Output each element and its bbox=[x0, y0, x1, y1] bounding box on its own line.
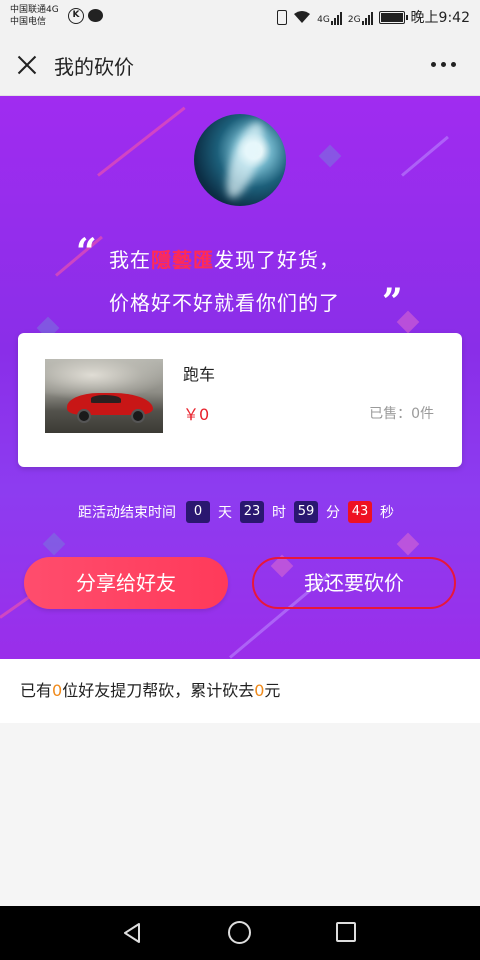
slogan-highlight: 隱藝匯 bbox=[151, 248, 214, 272]
countdown-hours-unit: 时 bbox=[272, 505, 286, 521]
slogan-post: 发现了好货， bbox=[214, 248, 340, 272]
chat-bubble-icon bbox=[88, 9, 103, 22]
share-button[interactable]: 分享给好友 bbox=[24, 557, 228, 609]
info-mid: 位好友提刀帮砍，累计砍去 bbox=[62, 681, 255, 700]
product-name: 跑车 bbox=[183, 365, 216, 384]
status-right: 4G 2G 晚上9:42 bbox=[277, 6, 470, 28]
k-badge-icon: K bbox=[68, 8, 84, 24]
system-nav-bar bbox=[0, 906, 480, 960]
close-quote-icon: ” bbox=[382, 281, 403, 323]
product-sold: 已售：0件 bbox=[369, 403, 434, 423]
title-bar: 我的砍价 bbox=[0, 34, 480, 96]
decor-block bbox=[318, 144, 342, 168]
decor-block bbox=[396, 532, 420, 556]
avatar bbox=[194, 114, 286, 206]
more-icon[interactable] bbox=[431, 62, 456, 67]
hero-banner: “ 我在隱藝匯发现了好货， 价格好不好就看你们的了 ” 跑车 ￥0 已售：0件 … bbox=[0, 96, 480, 659]
carrier-info: 中国联通4G 中国电信 bbox=[10, 4, 59, 28]
square-recent-icon[interactable] bbox=[336, 922, 356, 942]
product-price: ￥0 bbox=[183, 405, 210, 424]
signal-2-net: 2G bbox=[347, 15, 361, 25]
sold-label: 已售： bbox=[369, 406, 412, 422]
decor-line bbox=[97, 106, 186, 177]
page-title: 我的砍价 bbox=[54, 55, 134, 79]
wifi-icon bbox=[294, 11, 311, 23]
decor-line bbox=[401, 135, 449, 177]
countdown-hours: 23 bbox=[240, 501, 264, 523]
slogan-line-2: 价格好不好就看你们的了 bbox=[109, 291, 340, 315]
open-quote-icon: “ bbox=[76, 231, 97, 273]
decor-block bbox=[42, 532, 66, 556]
countdown-days: 0 bbox=[186, 501, 210, 523]
product-card[interactable]: 跑车 ￥0 已售：0件 bbox=[18, 333, 462, 467]
carrier-line-1: 中国联通4G bbox=[10, 5, 59, 15]
vibrate-icon bbox=[277, 9, 288, 25]
close-icon[interactable] bbox=[14, 52, 40, 78]
signal-2-icon: 2G bbox=[348, 9, 373, 25]
info-post: 元 bbox=[264, 681, 281, 700]
bargain-info: 已有0位好友提刀帮砍，累计砍去0元 bbox=[0, 659, 480, 723]
slogan-pre: 我在 bbox=[109, 248, 151, 272]
countdown-seconds-unit: 秒 bbox=[380, 505, 394, 521]
battery-icon bbox=[378, 10, 408, 24]
circle-home-icon[interactable] bbox=[228, 921, 251, 944]
countdown-seconds: 43 bbox=[348, 501, 372, 523]
carrier-line-2: 中国电信 bbox=[10, 17, 47, 27]
info-pre: 已有 bbox=[20, 681, 53, 700]
empty-area bbox=[0, 723, 480, 906]
sold-value: 0件 bbox=[411, 406, 434, 422]
friends-count: 0 bbox=[52, 681, 63, 700]
countdown: 距活动结束时间 0 天 23 时 59 分 43 秒 bbox=[0, 500, 480, 524]
triangle-back-icon[interactable] bbox=[121, 921, 145, 945]
product-image bbox=[45, 359, 163, 433]
countdown-minutes: 59 bbox=[294, 501, 318, 523]
countdown-label: 距活动结束时间 bbox=[78, 505, 176, 521]
signal-1-icon: 4G bbox=[317, 9, 342, 25]
status-bar: 中国联通4G 中国电信 K 4G 2G 晚上9:42 bbox=[0, 0, 480, 34]
bargain-button[interactable]: 我还要砍价 bbox=[252, 557, 456, 609]
countdown-days-unit: 天 bbox=[218, 505, 232, 521]
countdown-minutes-unit: 分 bbox=[326, 505, 340, 521]
signal-1-net: 4G bbox=[317, 15, 330, 25]
status-time: 晚上9:42 bbox=[410, 10, 470, 26]
slogan-line-1: 我在隱藝匯发现了好货， bbox=[109, 244, 340, 273]
bargain-amount: 0 bbox=[254, 681, 265, 700]
